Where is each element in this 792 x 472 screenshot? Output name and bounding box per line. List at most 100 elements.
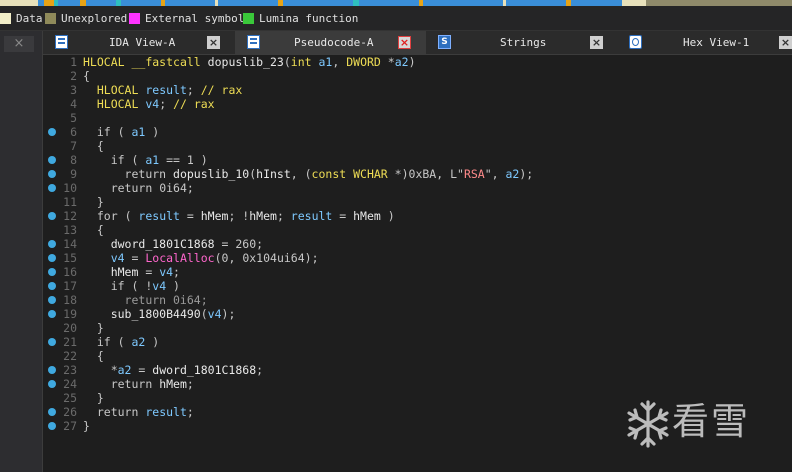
- tab-strings[interactable]: S Strings ×: [426, 31, 617, 54]
- code-token[interactable]: WCHAR: [353, 167, 388, 181]
- code-token[interactable]: v4: [111, 251, 125, 265]
- code-token[interactable]: const: [312, 167, 347, 181]
- breakpoint-dot-icon[interactable]: [48, 380, 56, 388]
- breakpoint-dot-icon[interactable]: [48, 212, 56, 220]
- code-token[interactable]: result: [145, 83, 187, 97]
- code-token[interactable]: if: [111, 279, 125, 293]
- code-token[interactable]: v4: [208, 307, 222, 321]
- breakpoint-dot-icon[interactable]: [48, 156, 56, 164]
- code-line[interactable]: 10 return 0i64;: [43, 181, 792, 195]
- breakpoint-dot-icon[interactable]: [48, 184, 56, 192]
- tab-ida-view-a[interactable]: IDA View-A ×: [43, 31, 235, 54]
- code-token[interactable]: 0x104ui64: [242, 251, 304, 265]
- breakpoint-dot-icon[interactable]: [48, 282, 56, 290]
- code-line[interactable]: 14 dword_1801C1868 = 260;: [43, 237, 792, 251]
- code-token[interactable]: dword_1801C1868: [152, 363, 256, 377]
- code-token[interactable]: a2: [506, 167, 520, 181]
- breakpoint-dot-icon[interactable]: [48, 366, 56, 374]
- code-token[interactable]: a2: [132, 335, 146, 349]
- code-token[interactable]: HLOCAL: [97, 97, 139, 111]
- code-line[interactable]: 16 hMem = v4;: [43, 265, 792, 279]
- code-token[interactable]: hMem: [201, 209, 229, 223]
- code-line[interactable]: 12 for ( result = hMem; !hMem; result = …: [43, 209, 792, 223]
- code-line[interactable]: 19 sub_1800B4490(v4);: [43, 307, 792, 321]
- code-line[interactable]: 3 HLOCAL result; // rax: [43, 83, 792, 97]
- code-token[interactable]: return 0i64;: [125, 293, 208, 307]
- code-line[interactable]: 15 v4 = LocalAlloc(0, 0x104ui64);: [43, 251, 792, 265]
- code-line[interactable]: 6 if ( a1 ): [43, 125, 792, 139]
- tab-close-button[interactable]: ×: [398, 36, 411, 49]
- breakpoint-dot-icon[interactable]: [48, 338, 56, 346]
- code-line[interactable]: 7 {: [43, 139, 792, 153]
- code-token[interactable]: hMem: [159, 377, 187, 391]
- breakpoint-dot-icon[interactable]: [48, 408, 56, 416]
- tab-close-button[interactable]: ×: [207, 36, 220, 49]
- code-token[interactable]: DWORD: [346, 55, 381, 69]
- code-line[interactable]: 11 }: [43, 195, 792, 209]
- code-token[interactable]: result: [138, 209, 180, 223]
- code-token[interactable]: dword_1801C1868: [111, 237, 215, 251]
- code-token[interactable]: HLOCAL: [83, 55, 125, 69]
- code-token[interactable]: hMem: [111, 265, 139, 279]
- code-token[interactable]: dopuslib_10: [173, 167, 249, 181]
- breakpoint-dot-icon[interactable]: [48, 422, 56, 430]
- code-token[interactable]: hInst: [256, 167, 291, 181]
- code-line[interactable]: 18 return 0i64;: [43, 293, 792, 307]
- code-token[interactable]: return: [97, 405, 139, 419]
- code-token[interactable]: v4: [152, 279, 166, 293]
- code-token[interactable]: hMem: [249, 209, 277, 223]
- code-token[interactable]: for: [97, 209, 118, 223]
- code-line[interactable]: 20 }: [43, 321, 792, 335]
- code-token[interactable]: result: [291, 209, 333, 223]
- tab-close-button[interactable]: ×: [590, 36, 603, 49]
- code-token[interactable]: if: [97, 125, 111, 139]
- breakpoint-dot-icon[interactable]: [48, 128, 56, 136]
- code-line[interactable]: 17 if ( !v4 ): [43, 279, 792, 293]
- breakpoint-dot-icon[interactable]: [48, 254, 56, 262]
- code-token[interactable]: return: [111, 377, 153, 391]
- code-line[interactable]: 9 return dopuslib_10(hInst, (const WCHAR…: [43, 167, 792, 181]
- code-token[interactable]: return: [125, 167, 167, 181]
- code-token[interactable]: hMem: [353, 209, 381, 223]
- code-token[interactable]: if: [97, 335, 111, 349]
- code-token[interactable]: return: [111, 181, 153, 195]
- breakpoint-dot-icon[interactable]: [48, 240, 56, 248]
- code-token[interactable]: a2: [395, 55, 409, 69]
- code-token[interactable]: HLOCAL: [97, 83, 139, 97]
- code-token[interactable]: v4: [145, 97, 159, 111]
- code-token[interactable]: 260: [235, 237, 256, 251]
- code-token[interactable]: 0xBA: [409, 167, 437, 181]
- code-line[interactable]: 22 {: [43, 349, 792, 363]
- breakpoint-dot-icon[interactable]: [48, 268, 56, 276]
- tab-close-button[interactable]: ×: [779, 36, 792, 49]
- code-line[interactable]: 21 if ( a2 ): [43, 335, 792, 349]
- code-line[interactable]: 5: [43, 111, 792, 125]
- code-token[interactable]: dopuslib_23: [208, 55, 284, 69]
- code-token[interactable]: int: [291, 55, 312, 69]
- code-line[interactable]: 8 if ( a1 == 1 ): [43, 153, 792, 167]
- code-line[interactable]: 13 {: [43, 223, 792, 237]
- code-token[interactable]: 1: [187, 153, 194, 167]
- code-line[interactable]: 1 HLOCAL __fastcall dopuslib_23(int a1, D…: [43, 55, 792, 69]
- code-token[interactable]: __fastcall: [131, 55, 200, 69]
- code-line[interactable]: 2{: [43, 69, 792, 83]
- code-token[interactable]: LocalAlloc: [145, 251, 214, 265]
- code-line[interactable]: 23 *a2 = dword_1801C1868;: [43, 363, 792, 377]
- code-token[interactable]: v4: [159, 265, 173, 279]
- breakpoint-dot-icon[interactable]: [48, 310, 56, 318]
- code-token[interactable]: a1: [145, 153, 159, 167]
- breakpoint-dot-icon[interactable]: [48, 170, 56, 178]
- code-token[interactable]: sub_1800B4490: [111, 307, 201, 321]
- code-token[interactable]: result: [145, 405, 187, 419]
- code-token[interactable]: a1: [319, 55, 333, 69]
- breakpoint-dot-icon[interactable]: [48, 296, 56, 304]
- code-line[interactable]: 4 HLOCAL v4; // rax: [43, 97, 792, 111]
- code-line[interactable]: 24 return hMem;: [43, 377, 792, 391]
- code-token[interactable]: RSA: [464, 167, 485, 181]
- code-token[interactable]: if: [111, 153, 125, 167]
- code-token[interactable]: a1: [132, 125, 146, 139]
- tab-pseudocode-a[interactable]: Pseudocode-A ×: [235, 31, 426, 54]
- tab-hex-view-1[interactable]: Hex View-1 ×: [617, 31, 792, 54]
- code-token[interactable]: a2: [118, 363, 132, 377]
- left-panel-close-button[interactable]: ×: [4, 36, 34, 52]
